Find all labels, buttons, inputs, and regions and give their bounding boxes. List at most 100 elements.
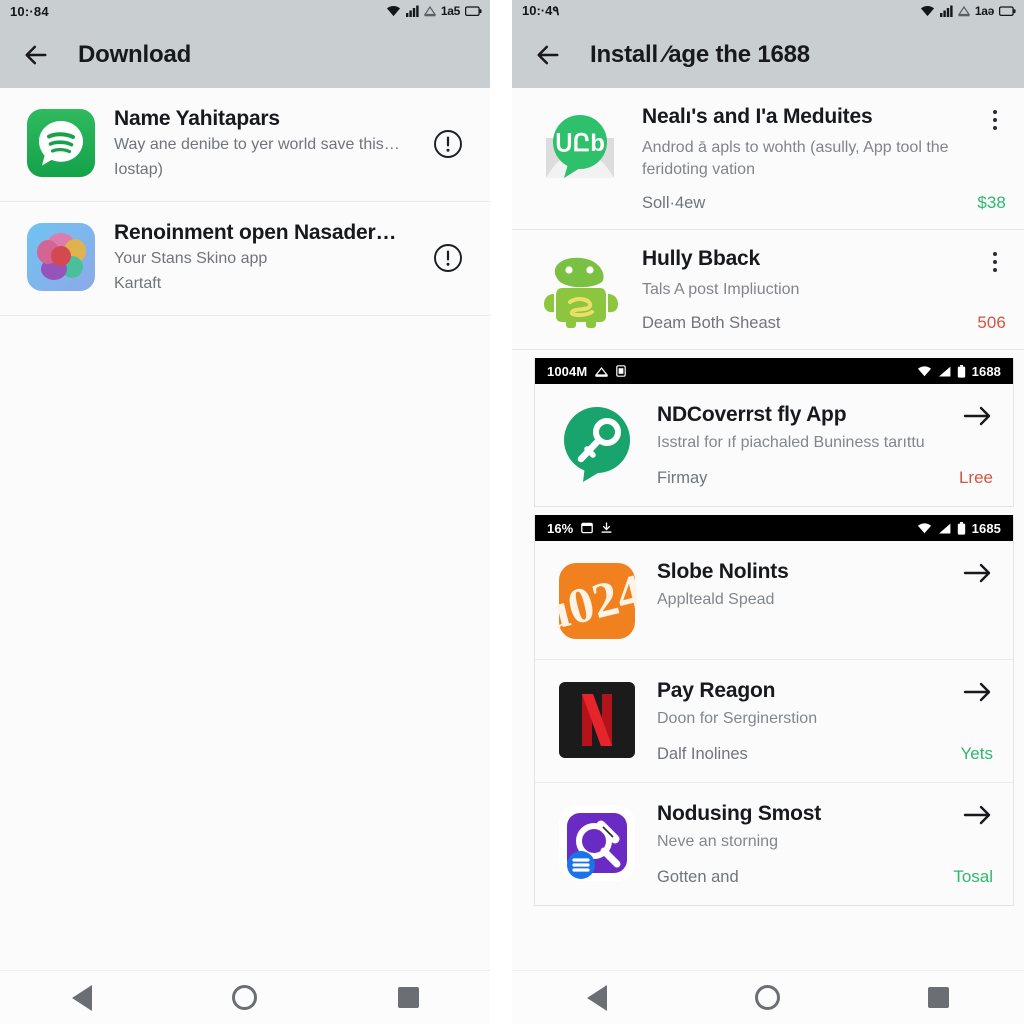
list-item[interactable]: ՍԸb Nealı's and I'a Meduites Androd ā ap… (512, 88, 1024, 231)
list-item[interactable]: Name Yahitapars Way ane denibe to yer wo… (0, 88, 490, 202)
list-item-body: Nealı's and I'a Meduites Androd ā apls t… (642, 104, 1006, 213)
kebab-menu-icon[interactable] (984, 106, 1006, 134)
page-title: Download (78, 41, 192, 68)
list-item-title: Name Yahitapars (114, 107, 280, 130)
card-row-title: Pay Reagon (657, 679, 776, 703)
back-arrow-icon[interactable] (22, 41, 50, 69)
card-row-header: Slobe Nolints (657, 559, 993, 586)
card-row-header: Nodusing Smost (657, 801, 993, 828)
card-row-meta: Gotten and (657, 868, 739, 887)
list-item-subtitle-2: Kartaft (114, 274, 162, 292)
wifi-icon (920, 5, 935, 17)
card-row-body: Nodusing Smost Neve an storning Gotten a… (657, 801, 993, 887)
sim-card-icon (616, 365, 627, 378)
list-item[interactable]: Renoinment open Nasader… Your Stans Skin… (0, 202, 490, 316)
list-item-footer: Deam Both Sheast 506 (642, 313, 1006, 333)
list-item-description: Tals A post Impliuction (642, 281, 800, 299)
card-row-price: Tosal (953, 867, 993, 887)
card-status-bar: 16% 1685 (535, 515, 1013, 542)
card-row-title: NDCoverrst fly App (657, 403, 847, 427)
panel-gutter (490, 0, 512, 1024)
list-item-subtitle-2: Iostap) (114, 160, 163, 178)
card-row-meta: Dalf Inolines (657, 745, 748, 764)
nav-recents-icon[interactable] (376, 978, 440, 1018)
info-circle-icon[interactable] (428, 129, 468, 159)
card-status-left: 1004M (547, 363, 627, 379)
wifi-icon (386, 5, 401, 17)
card-row[interactable]: \u0243 Slobe Nolints Applteald Spead (535, 541, 1013, 661)
battery-icon (957, 364, 966, 378)
card-row-body: NDCoverrst fly App Isstral for ıf piacha… (657, 402, 993, 488)
list-item-title: Nealı's and I'a Meduites (642, 105, 873, 128)
nav-recents-icon[interactable] (907, 978, 971, 1018)
signal-icon (939, 5, 953, 17)
battery-percent-text: 1a5 (440, 4, 460, 18)
right-app-bar: Install ⁄age the 1688 (512, 22, 1024, 88)
card-status-bar: 1004M 1688 (535, 358, 1013, 385)
nav-back-icon[interactable] (50, 978, 114, 1018)
list-item-price: $38 (977, 193, 1006, 213)
list-item[interactable]: Hully Bback Tals A post Impliuction Deam… (512, 230, 1024, 351)
card-status-left-text: 1004M (547, 363, 588, 379)
cast-icon (595, 366, 609, 377)
signal-icon (938, 366, 951, 377)
card-row-footer: Dalf Inolines Yets (657, 744, 993, 764)
card-row[interactable]: Nodusing Smost Neve an storning Gotten a… (535, 783, 1013, 905)
nested-phone-card: 16% 1685 \u0243 Slobe Nolints Applteald … (534, 515, 1014, 907)
card-status-right: 1685 (917, 521, 1001, 536)
kebab-menu-icon[interactable] (984, 248, 1006, 276)
card-status-left-text: 16% (547, 520, 574, 536)
battery-icon (957, 521, 966, 535)
right-phone-panel: 10:·4٩ 1aə Install ⁄age the 1688 ՍԸb Nea… (512, 0, 1024, 1024)
list-item-subtitle: Way ane denibe to yer world save this… (114, 136, 400, 154)
battery-percent-text: 1aə (974, 4, 994, 18)
card-row-description: Isstral for ıf piachaled Buniness tarıtt… (657, 434, 925, 452)
card-row-header: NDCoverrst fly App (657, 402, 993, 429)
page-title: Install ⁄age the 1688 (590, 41, 810, 68)
card-row-description: Neve an storning (657, 833, 778, 851)
card-row-body: Slobe Nolints Applteald Spead (657, 559, 993, 611)
card-status-right-text: 1688 (971, 363, 1001, 379)
list-item-header: Nealı's and I'a Meduites (642, 104, 1006, 134)
status-icons: 1aə (920, 4, 1016, 18)
card-row-footer: Firmay Lree (657, 468, 993, 488)
card-row-description: Applteald Spead (657, 591, 775, 609)
card-status-left: 16% (547, 521, 612, 536)
back-arrow-icon[interactable] (534, 41, 562, 69)
svg-text:ՍԸb: ՍԸb (555, 130, 605, 157)
card-row[interactable]: NDCoverrst fly App Isstral for ıf piacha… (535, 384, 1013, 506)
card-row-meta: Firmay (657, 469, 708, 488)
bitcoin-orange-icon: \u0243 (557, 561, 637, 641)
list-item-subtitle: Your Stans Skino app (114, 250, 268, 268)
nav-back-icon[interactable] (565, 978, 629, 1018)
status-time: 10:·84 (10, 3, 49, 19)
signal-icon (405, 5, 419, 17)
card-row[interactable]: Pay Reagon Doon for Serginerstion Dalf I… (535, 660, 1013, 784)
card-status-right-text: 1685 (971, 520, 1001, 536)
list-item-description: Androd ā apls to wohth (asully, App tool… (642, 139, 949, 179)
right-status-bar: 10:·4٩ 1aə (512, 0, 1024, 22)
nested-phone-card: 1004M 1688 NDCoverrst fly App Isstral fo… (534, 358, 1014, 508)
list-item-text: Renoinment open Nasader… Your Stans Skin… (114, 218, 410, 296)
status-time: 10:·4٩ (522, 3, 560, 18)
list-item-title: Hully Bback (642, 247, 761, 271)
list-item-title: Renoinment open Nasader… (114, 221, 397, 244)
list-item-footer: Soll·4ew $38 (642, 193, 1006, 213)
arrow-right-icon[interactable] (963, 403, 993, 429)
nav-home-icon[interactable] (736, 978, 800, 1018)
info-circle-icon[interactable] (428, 243, 468, 273)
left-system-nav-bar (0, 970, 490, 1024)
install-list: ՍԸb Nealı's and I'a Meduites Androd ā ap… (512, 88, 1024, 970)
battery-icon (999, 5, 1016, 17)
card-row-title: Slobe Nolints (657, 560, 789, 584)
card-row-description: Doon for Serginerstion (657, 710, 818, 728)
nav-home-icon[interactable] (213, 978, 277, 1018)
list-item-header: Hully Bback (642, 246, 1006, 276)
purple-search-chat-icon (559, 805, 635, 882)
spotify-chat-icon (27, 109, 95, 177)
arrow-right-icon[interactable] (963, 560, 993, 586)
card-row-header: Pay Reagon (657, 678, 993, 705)
wifi-icon (917, 523, 932, 534)
arrow-right-icon[interactable] (963, 802, 993, 828)
arrow-right-icon[interactable] (963, 679, 993, 705)
